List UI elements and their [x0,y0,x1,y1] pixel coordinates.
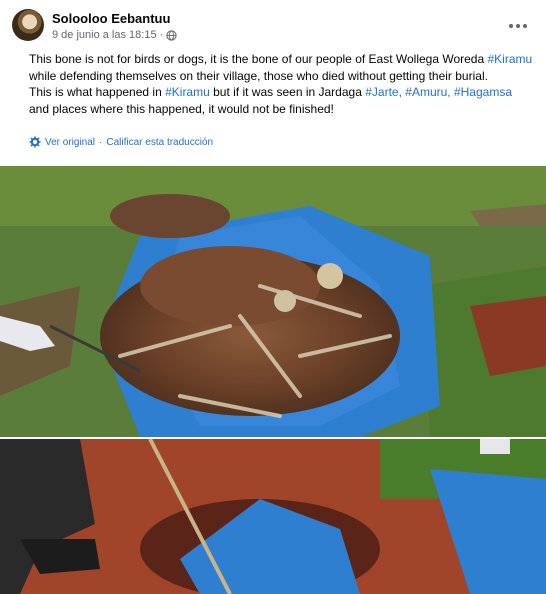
author-avatar[interactable] [12,9,44,41]
photo-2-illustration [0,439,546,594]
more-options-button[interactable] [506,14,530,38]
globe-icon [166,29,177,41]
post-date[interactable]: 9 de junio a las 18:15 [52,29,157,41]
post-paragraph-2: This is what happened in #Kiramu but if … [29,85,512,116]
photo-1-illustration [0,166,546,437]
hashtag-hagamsa[interactable]: #Hagamsa [454,85,512,99]
post-text: This bone is not for birds or dogs, it i… [29,51,534,117]
post-header: Solooloo Eebantuu 9 de junio a las 18:15… [0,0,546,48]
post-photo-1[interactable] [0,166,546,437]
hashtag-kiramu-2[interactable]: #Kiramu [165,85,210,99]
rate-translation-link[interactable]: Calificar esta traducción [106,137,213,148]
see-original-link[interactable]: Ver original [45,137,95,148]
hashtag-jarte[interactable]: #Jarte, [365,85,402,99]
translation-bar: Ver original · Calificar esta traducción [29,136,213,148]
hashtag-amuru[interactable]: #Amuru, [405,85,450,99]
post-meta: 9 de junio a las 18:15 · [52,29,177,41]
post-photo-2[interactable] [0,439,546,594]
translation-separator: · [99,136,103,148]
hashtag-kiramu[interactable]: #Kiramu [488,52,533,66]
meta-separator: · [159,29,164,41]
author-name[interactable]: Solooloo Eebantuu [52,11,170,26]
post-paragraph-1: This bone is not for birds or dogs, it i… [29,52,533,83]
post-card: Solooloo Eebantuu 9 de junio a las 18:15… [0,0,546,594]
settings-gear-icon [29,136,41,148]
more-horizontal-icon [509,24,513,28]
